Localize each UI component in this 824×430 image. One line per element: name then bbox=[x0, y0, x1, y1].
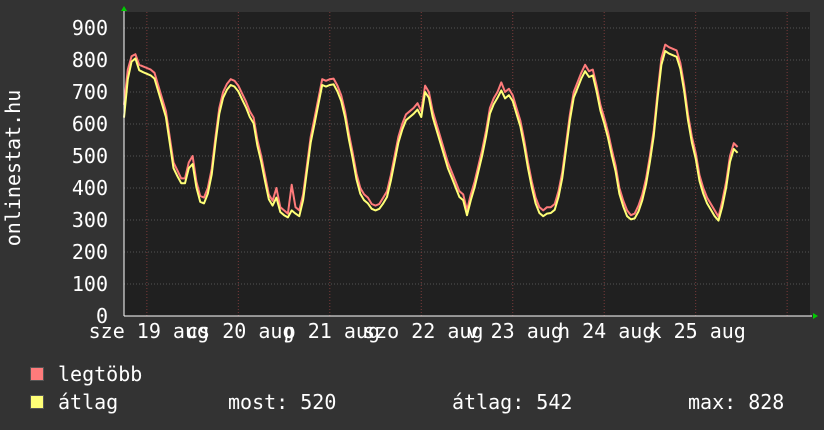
legend-swatch-max bbox=[30, 367, 44, 381]
side-label: onlinestat.hu bbox=[1, 90, 25, 247]
stat-current: most: 520 bbox=[228, 390, 337, 414]
stat-average: átlag: 542 bbox=[452, 390, 573, 414]
y-tick-label: 600 bbox=[72, 112, 108, 136]
x-tick-label: h 24 aug bbox=[558, 319, 654, 343]
y-tick-label: 400 bbox=[72, 176, 108, 200]
y-tick-label: 800 bbox=[72, 48, 108, 72]
y-axis-arrow bbox=[121, 6, 127, 11]
x-axis-arrow bbox=[813, 313, 818, 319]
y-tick-label: 100 bbox=[72, 272, 108, 296]
x-tick-label: v 23 aug bbox=[467, 319, 563, 343]
y-tick-label: 900 bbox=[72, 16, 108, 40]
side-label-svg: onlinestat.hu bbox=[1, 90, 25, 247]
y-tick-label: 300 bbox=[72, 208, 108, 232]
y-axis-ticks: 0100200300400500600700800900 bbox=[72, 16, 108, 328]
y-tick-label: 200 bbox=[72, 240, 108, 264]
legend-label-avg: átlag bbox=[58, 390, 119, 414]
y-tick-label: 700 bbox=[72, 80, 108, 104]
x-tick-label: szo 22 aug bbox=[363, 319, 483, 343]
legend-swatch-avg bbox=[30, 395, 44, 409]
x-axis-ticks: sze 19 augcs 20 augp 21 augszo 22 augv 2… bbox=[89, 319, 746, 343]
x-tick-label: k 25 aug bbox=[650, 319, 746, 343]
y-tick-label: 500 bbox=[72, 144, 108, 168]
legend-label-max: legtöbb bbox=[58, 362, 143, 386]
x-tick-label: cs 20 aug bbox=[186, 319, 294, 343]
stat-max: max: 828 bbox=[688, 390, 785, 414]
plot-area bbox=[124, 12, 810, 316]
